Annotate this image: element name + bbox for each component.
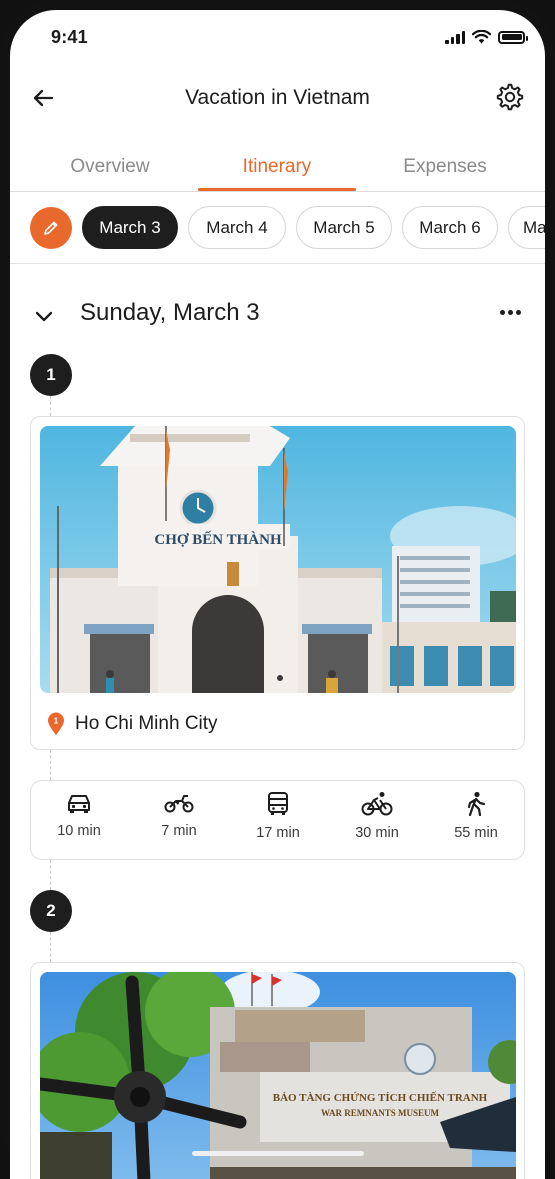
app-screen: 9:41 Vacation in Vietnam Overview Itiner… — [10, 10, 545, 1179]
stop-photo-war-remnants: BẢO TÀNG CHỨNG TÍCH CHIẾN TRANH WAR REMN… — [40, 972, 516, 1179]
transport-motorbike[interactable]: 7 min — [139, 791, 219, 839]
wifi-icon — [472, 30, 491, 44]
step-number-1: 1 — [30, 354, 72, 396]
home-indicator[interactable] — [192, 1151, 364, 1156]
battery-icon — [498, 30, 528, 44]
bus-icon — [268, 792, 288, 815]
walk-icon — [467, 791, 486, 817]
pin-number: 1 — [54, 717, 59, 726]
transport-bus[interactable]: 17 min — [238, 791, 318, 841]
date-selector: March 3 March 4 March 5 March 6 Ma — [10, 204, 545, 264]
date-chip-march-6[interactable]: March 6 — [402, 206, 498, 249]
day-title: Sunday, March 3 — [80, 299, 260, 326]
transport-car[interactable]: 10 min — [39, 791, 119, 839]
timeline-connector — [50, 750, 51, 780]
motorbike-icon — [164, 795, 194, 813]
market-sign: CHỢ BẾN THÀNH — [154, 531, 282, 548]
active-tab-indicator — [198, 188, 356, 191]
place-name: Ho Chi Minh City — [75, 713, 218, 734]
timeline-connector — [50, 932, 51, 962]
stop-card-1[interactable]: CHỢ BẾN THÀNH 1 Ho Chi Minh City — [30, 416, 525, 750]
car-icon — [68, 795, 90, 813]
date-chip-march-3[interactable]: March 3 — [82, 206, 178, 249]
chevron-down-icon[interactable] — [32, 304, 56, 328]
tab-expenses[interactable]: Expenses — [380, 156, 510, 178]
transport-walk-time: 55 min — [454, 825, 498, 841]
museum-sign-vn: BẢO TÀNG CHỨNG TÍCH CHIẾN TRANH — [273, 1091, 488, 1104]
transport-bus-time: 17 min — [256, 825, 300, 841]
phone-frame: 9:41 Vacation in Vietnam Overview Itiner… — [0, 0, 555, 1179]
top-app-bar: Vacation in Vietnam — [10, 76, 545, 120]
timeline-connector — [50, 396, 51, 416]
step-number-2: 2 — [30, 890, 72, 932]
timeline-connector — [50, 860, 51, 890]
museum-sign-en: WAR REMNANTS MUSEUM — [321, 1108, 440, 1118]
war-remnants-museum-image: BẢO TÀNG CHỨNG TÍCH CHIẾN TRANH WAR REMN… — [40, 972, 516, 1179]
status-icons — [445, 30, 528, 44]
status-time: 9:41 — [51, 27, 88, 47]
tab-bar: Overview Itinerary Expenses — [10, 150, 545, 192]
transport-walk[interactable]: 55 min — [436, 791, 516, 841]
edit-button[interactable] — [30, 207, 72, 249]
date-chip-march-5[interactable]: March 5 — [296, 206, 392, 249]
transport-bicycle[interactable]: 30 min — [337, 791, 417, 841]
transport-options: 10 min 7 min 17 min 30 min 55 min — [30, 780, 525, 860]
tab-itinerary[interactable]: Itinerary — [198, 156, 356, 178]
page-title: Vacation in Vietnam — [185, 86, 370, 109]
transport-motorbike-time: 7 min — [161, 823, 197, 839]
more-options-icon[interactable] — [500, 310, 521, 315]
signal-icon — [445, 30, 465, 44]
stop-card-2[interactable]: BẢO TÀNG CHỨNG TÍCH CHIẾN TRANH WAR REMN… — [30, 962, 525, 1179]
date-chip-march-4[interactable]: March 4 — [188, 206, 286, 249]
status-bar: 9:41 — [10, 10, 545, 66]
gear-icon[interactable] — [495, 82, 525, 112]
stop-photo-ben-thanh: CHỢ BẾN THÀNH — [40, 426, 516, 693]
tab-overview[interactable]: Overview — [50, 156, 170, 178]
pencil-icon — [44, 221, 58, 235]
transport-bicycle-time: 30 min — [355, 825, 399, 841]
bicycle-icon — [361, 792, 393, 816]
transport-car-time: 10 min — [57, 823, 101, 839]
ben-thanh-market-image: CHỢ BẾN THÀNH — [40, 426, 516, 693]
date-chip-partial[interactable]: Ma — [508, 206, 545, 249]
location-pin-icon: 1 — [48, 712, 64, 735]
